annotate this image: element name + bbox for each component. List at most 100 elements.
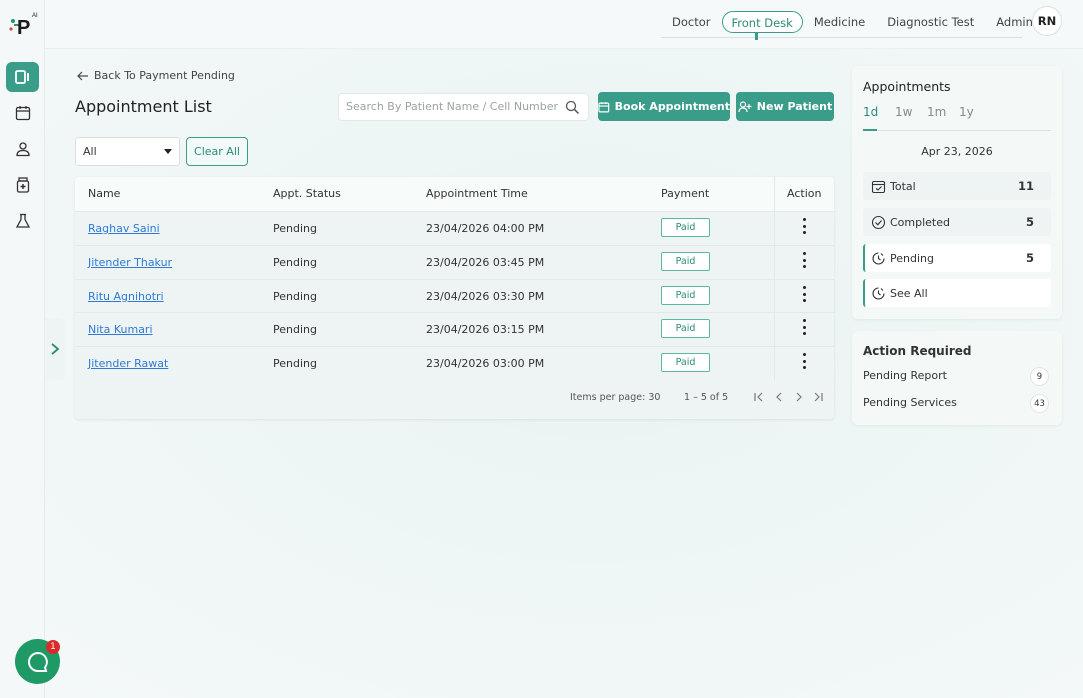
patient-name-link[interactable]: Ritu Agnihotri (88, 290, 164, 303)
status-filter-select[interactable]: All (75, 137, 180, 166)
previous-page-icon[interactable] (773, 391, 785, 403)
calendar-check-icon (871, 180, 886, 193)
add-user-icon (738, 100, 752, 112)
stat-completed[interactable]: Completed 5 (863, 208, 1051, 236)
patient-name-link[interactable]: Jitender Thakur (88, 256, 172, 269)
svg-text:P: P (17, 17, 30, 39)
header-payment[interactable]: Payment (661, 187, 709, 200)
chevron-right-icon (51, 343, 60, 355)
table-row[interactable]: Raghav Saini Pending 23/04/2026 04:00 PM… (75, 211, 834, 245)
arrow-left-icon (77, 71, 88, 80)
patient-name-link[interactable]: Raghav Saini (88, 222, 160, 235)
pagination-range: 1 – 5 of 5 (684, 392, 729, 403)
expand-sidebar-button[interactable] (45, 318, 65, 380)
app-logo[interactable]: P AI (8, 10, 38, 40)
row-menu-icon[interactable] (802, 286, 806, 302)
table-row[interactable]: Jitender Thakur Pending 23/04/2026 03:45… (75, 245, 834, 279)
header-status[interactable]: Appt. Status (273, 187, 341, 200)
logo-icon: P AI (9, 13, 38, 39)
tab-1w[interactable]: 1w (895, 105, 927, 119)
appointments-summary: Appointments 1d 1w 1m 1y Apr 23, 2026 To… (852, 66, 1062, 319)
stat-see-all[interactable]: See All (863, 279, 1051, 307)
tab-1m[interactable]: 1m (927, 105, 959, 119)
table-row[interactable]: Jitender Rawat Pending 23/04/2026 03:00 … (75, 346, 834, 380)
row-menu-icon[interactable] (802, 319, 806, 335)
stat-pending[interactable]: Pending 5 (863, 244, 1051, 272)
appointments-title: Appointments (863, 79, 951, 94)
dashboard-icon (14, 70, 29, 84)
rail-calendar[interactable] (6, 98, 39, 128)
table-header: Name Appt. Status Appointment Time Payme… (75, 177, 834, 211)
appt-status: Pending (273, 323, 317, 336)
svg-text:AI: AI (32, 13, 38, 19)
nav-doctor[interactable]: Doctor (661, 11, 722, 33)
stat-label: Total (890, 179, 916, 193)
patient-name-link[interactable]: Nita Kumari (88, 323, 153, 336)
action-required-card: Action Required Pending Report 9 Pending… (852, 331, 1062, 425)
last-page-icon[interactable] (812, 391, 824, 403)
appt-time: 23/04/2026 04:00 PM (426, 222, 545, 235)
page-title: Appointment List (75, 97, 212, 116)
new-patient-button[interactable]: New Patient (736, 92, 834, 121)
stat-label: Completed (890, 215, 950, 229)
patient-name-link[interactable]: Jitender Rawat (88, 357, 168, 370)
pending-report-count: 9 (1030, 367, 1049, 386)
items-per-page[interactable]: Items per page: 30 (570, 392, 660, 403)
tab-1d[interactable]: 1d (863, 105, 895, 119)
search-icon[interactable] (565, 100, 580, 115)
payment-badge: Paid (661, 319, 710, 338)
appt-time: 23/04/2026 03:15 PM (426, 323, 545, 336)
range-tabs: 1d 1w 1m 1y (863, 105, 991, 119)
stat-value: 11 (1017, 179, 1034, 193)
appt-status: Pending (273, 222, 317, 235)
rail-diagnostics[interactable] (6, 206, 39, 236)
calendar-icon (598, 101, 610, 112)
back-link[interactable]: Back To Payment Pending (77, 69, 235, 82)
row-menu-icon[interactable] (802, 218, 806, 234)
header-time[interactable]: Appointment Time (426, 187, 528, 200)
rail-dashboard[interactable] (6, 62, 39, 92)
left-rail: P AI (0, 0, 45, 698)
user-avatar[interactable]: RN (1032, 6, 1062, 36)
pending-services-count: 43 (1030, 394, 1049, 413)
nav-divider (661, 37, 1022, 38)
table-row[interactable]: Nita Kumari Pending 23/04/2026 03:15 PM … (75, 312, 834, 346)
nav-front-desk[interactable]: Front Desk (721, 11, 803, 33)
first-page-icon[interactable] (753, 391, 765, 403)
header-name[interactable]: Name (88, 187, 120, 200)
stat-label: See All (890, 286, 928, 300)
clock-icon (872, 251, 885, 265)
payment-badge: Paid (661, 252, 710, 271)
appt-status: Pending (273, 357, 317, 370)
caret-down-icon (164, 149, 172, 154)
chat-icon (27, 651, 48, 672)
clear-all-button[interactable]: Clear All (186, 137, 248, 166)
medicine-icon (16, 177, 29, 193)
nav-medicine[interactable]: Medicine (803, 11, 876, 33)
pending-services-link[interactable]: Pending Services (863, 396, 957, 409)
row-menu-icon[interactable] (802, 353, 806, 369)
search-input[interactable]: Search By Patient Name / Cell Number (338, 93, 589, 121)
pending-report-link[interactable]: Pending Report (863, 369, 947, 382)
book-appointment-label: Book Appointment (614, 100, 730, 113)
flask-icon (15, 213, 30, 228)
appointment-table: Name Appt. Status Appointment Time Payme… (75, 177, 834, 419)
new-patient-label: New Patient (756, 100, 833, 113)
tabs-divider (863, 130, 1051, 131)
rail-medicine[interactable] (6, 170, 39, 200)
tab-1y[interactable]: 1y (959, 105, 991, 119)
nav-active-marker (755, 33, 758, 40)
stat-label: Pending (890, 251, 934, 265)
book-appointment-button[interactable]: Book Appointment (598, 92, 730, 121)
appt-status: Pending (273, 256, 317, 269)
stat-total[interactable]: Total 11 (863, 172, 1051, 200)
next-page-icon[interactable] (793, 391, 805, 403)
appt-time: 23/04/2026 03:30 PM (426, 290, 545, 303)
nav-diagnostic-test[interactable]: Diagnostic Test (876, 11, 985, 33)
table-row[interactable]: Ritu Agnihotri Pending 23/04/2026 03:30 … (75, 279, 834, 313)
payment-badge: Paid (661, 218, 710, 237)
stats-date: Apr 23, 2026 (921, 145, 993, 158)
rail-patients[interactable] (6, 134, 39, 164)
appt-time: 23/04/2026 03:45 PM (426, 256, 545, 269)
row-menu-icon[interactable] (802, 252, 806, 268)
